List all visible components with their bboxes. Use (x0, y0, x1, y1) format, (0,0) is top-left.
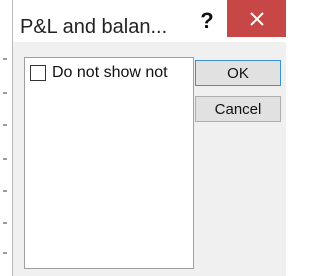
options-listbox[interactable]: Do not show not (24, 57, 194, 269)
ok-button[interactable]: OK (195, 60, 281, 86)
list-item-label: Do not show not (52, 64, 168, 81)
dialog-title: P&L and balan... (20, 16, 168, 38)
title-bar[interactable]: P&L and balan... ? (13, 0, 286, 42)
cancel-button[interactable]: Cancel (195, 96, 281, 122)
cell-fragment (3, 222, 7, 224)
cell-fragment (3, 58, 7, 60)
do-not-show-checkbox[interactable] (30, 65, 46, 81)
cell-fragment (3, 252, 7, 254)
cell-fragment (3, 124, 7, 126)
cell-fragment (3, 92, 7, 94)
list-item[interactable]: Do not show not (30, 64, 168, 82)
help-button[interactable]: ? (191, 6, 223, 36)
cell-fragment (3, 190, 7, 192)
help-icon: ? (200, 8, 214, 33)
cell-fragment (3, 158, 7, 160)
dialog-window: P&L and balan... ? Do not show not OK Ca… (12, 0, 286, 276)
close-x-icon (249, 11, 264, 26)
close-button[interactable] (227, 0, 286, 37)
